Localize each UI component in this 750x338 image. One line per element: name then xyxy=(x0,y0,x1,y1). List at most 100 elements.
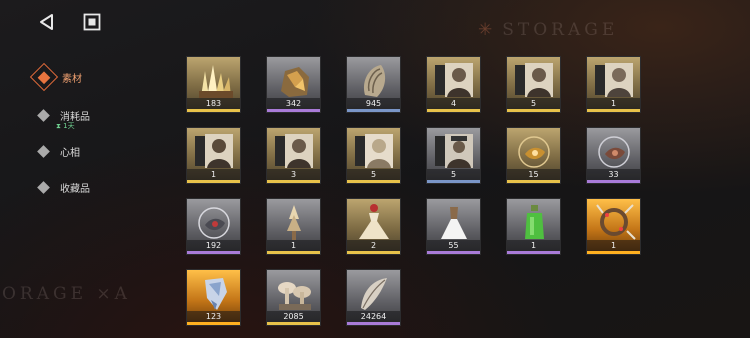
rarity-bar xyxy=(427,109,480,112)
rarity-bar xyxy=(267,180,320,183)
item-count: 5 xyxy=(507,98,560,109)
mushroom-cluster-icon xyxy=(273,274,316,312)
tab-consumables[interactable]: 消耗品 ⧗ 1天 xyxy=(34,104,90,126)
item-count: 33 xyxy=(587,169,640,180)
storage-watermark: ✳STORAGE xyxy=(478,20,618,40)
item-slot[interactable]: 3 xyxy=(266,127,321,184)
item-count: 2 xyxy=(347,240,400,251)
rarity-bar xyxy=(347,322,400,325)
rarity-bar xyxy=(507,251,560,254)
item-count: 1 xyxy=(187,169,240,180)
ornament-orb-icon xyxy=(513,132,556,170)
ornament-orb-icon xyxy=(593,132,636,170)
item-slot[interactable]: 4 xyxy=(426,56,481,113)
spire-figure-icon xyxy=(273,203,316,241)
potion-bottle-icon xyxy=(513,203,556,241)
portrait-film-icon xyxy=(353,132,396,170)
back-triangle-icon xyxy=(38,13,54,31)
item-slot[interactable]: 5 xyxy=(426,127,481,184)
antler-wreath-icon xyxy=(593,203,636,241)
diamond-icon xyxy=(37,181,50,194)
portrait-film-icon xyxy=(513,61,556,99)
expiry-timer-tag: ⧗ 1天 xyxy=(56,121,75,131)
portrait-film-icon xyxy=(593,61,636,99)
rarity-bar xyxy=(187,251,240,254)
tab-heart-aspect-label: 心相 xyxy=(60,144,80,159)
item-slot[interactable]: 5 xyxy=(506,56,561,113)
rarity-bar xyxy=(587,251,640,254)
tab-collectibles[interactable]: 收藏品 xyxy=(34,176,90,198)
item-count: 1 xyxy=(587,240,640,251)
item-count: 15 xyxy=(507,169,560,180)
item-slot[interactable]: 2 xyxy=(346,198,401,255)
rarity-bar xyxy=(347,109,400,112)
tab-materials[interactable]: 素材 xyxy=(34,66,82,88)
stop-button[interactable] xyxy=(80,10,104,34)
dress-icon xyxy=(353,203,396,241)
diamond-icon xyxy=(37,145,50,158)
rarity-bar xyxy=(267,251,320,254)
item-slot[interactable]: 945 xyxy=(346,56,401,113)
tab-materials-label: 素材 xyxy=(62,70,82,85)
item-count: 183 xyxy=(187,98,240,109)
rarity-bar xyxy=(187,322,240,325)
item-count: 55 xyxy=(427,240,480,251)
active-diamond-icon xyxy=(30,63,58,91)
item-slot[interactable]: 1 xyxy=(266,198,321,255)
item-count: 24264 xyxy=(347,311,400,322)
stop-square-icon xyxy=(83,13,101,31)
rarity-bar xyxy=(347,180,400,183)
rarity-bar xyxy=(347,251,400,254)
dress-icon xyxy=(433,203,476,241)
item-count: 945 xyxy=(347,98,400,109)
item-slot[interactable]: 183 xyxy=(186,56,241,113)
item-slot[interactable]: 123 xyxy=(186,269,241,326)
item-count: 1 xyxy=(587,98,640,109)
item-slot[interactable]: 5 xyxy=(346,127,401,184)
item-slot[interactable]: 342 xyxy=(266,56,321,113)
item-slot[interactable]: 2085 xyxy=(266,269,321,326)
item-slot[interactable]: 15 xyxy=(506,127,561,184)
rarity-bar xyxy=(187,180,240,183)
feather-shard-icon xyxy=(353,274,396,312)
item-count: 192 xyxy=(187,240,240,251)
rarity-bar xyxy=(507,180,560,183)
tab-heart-aspect[interactable]: 心相 xyxy=(34,140,80,162)
item-slot[interactable]: 1 xyxy=(186,127,241,184)
item-slot[interactable]: 1 xyxy=(586,56,641,113)
ornament-orb-icon xyxy=(193,203,236,241)
diamond-icon xyxy=(37,109,50,122)
ice-crystal-icon xyxy=(193,274,236,312)
item-count: 2085 xyxy=(267,311,320,322)
rarity-bar xyxy=(507,109,560,112)
item-slot[interactable]: 55 xyxy=(426,198,481,255)
rarity-bar xyxy=(427,251,480,254)
back-button[interactable] xyxy=(34,10,58,34)
amber-ore-icon xyxy=(273,61,316,99)
portrait-film-icon xyxy=(193,132,236,170)
crystal-cluster-icon xyxy=(193,61,236,99)
shell-fragment-icon xyxy=(353,61,396,99)
item-count: 4 xyxy=(427,98,480,109)
rarity-bar xyxy=(587,180,640,183)
rarity-bar xyxy=(187,109,240,112)
item-slot[interactable]: 24264 xyxy=(346,269,401,326)
rarity-bar xyxy=(267,109,320,112)
sun-glyph-icon: ✳ xyxy=(478,20,496,40)
rarity-bar xyxy=(267,322,320,325)
item-slot[interactable]: 1 xyxy=(506,198,561,255)
item-count: 342 xyxy=(267,98,320,109)
item-slot[interactable]: 1 xyxy=(586,198,641,255)
rarity-bar xyxy=(587,109,640,112)
item-count: 123 xyxy=(187,311,240,322)
item-count: 1 xyxy=(507,240,560,251)
item-count: 3 xyxy=(267,169,320,180)
item-slot[interactable]: 192 xyxy=(186,198,241,255)
item-slot[interactable]: 33 xyxy=(586,127,641,184)
item-count: 5 xyxy=(427,169,480,180)
item-count: 5 xyxy=(347,169,400,180)
portrait-film-icon xyxy=(273,132,316,170)
item-count: 1 xyxy=(267,240,320,251)
rarity-bar xyxy=(427,180,480,183)
storage-watermark-left: ORAGE ×A xyxy=(2,284,131,304)
